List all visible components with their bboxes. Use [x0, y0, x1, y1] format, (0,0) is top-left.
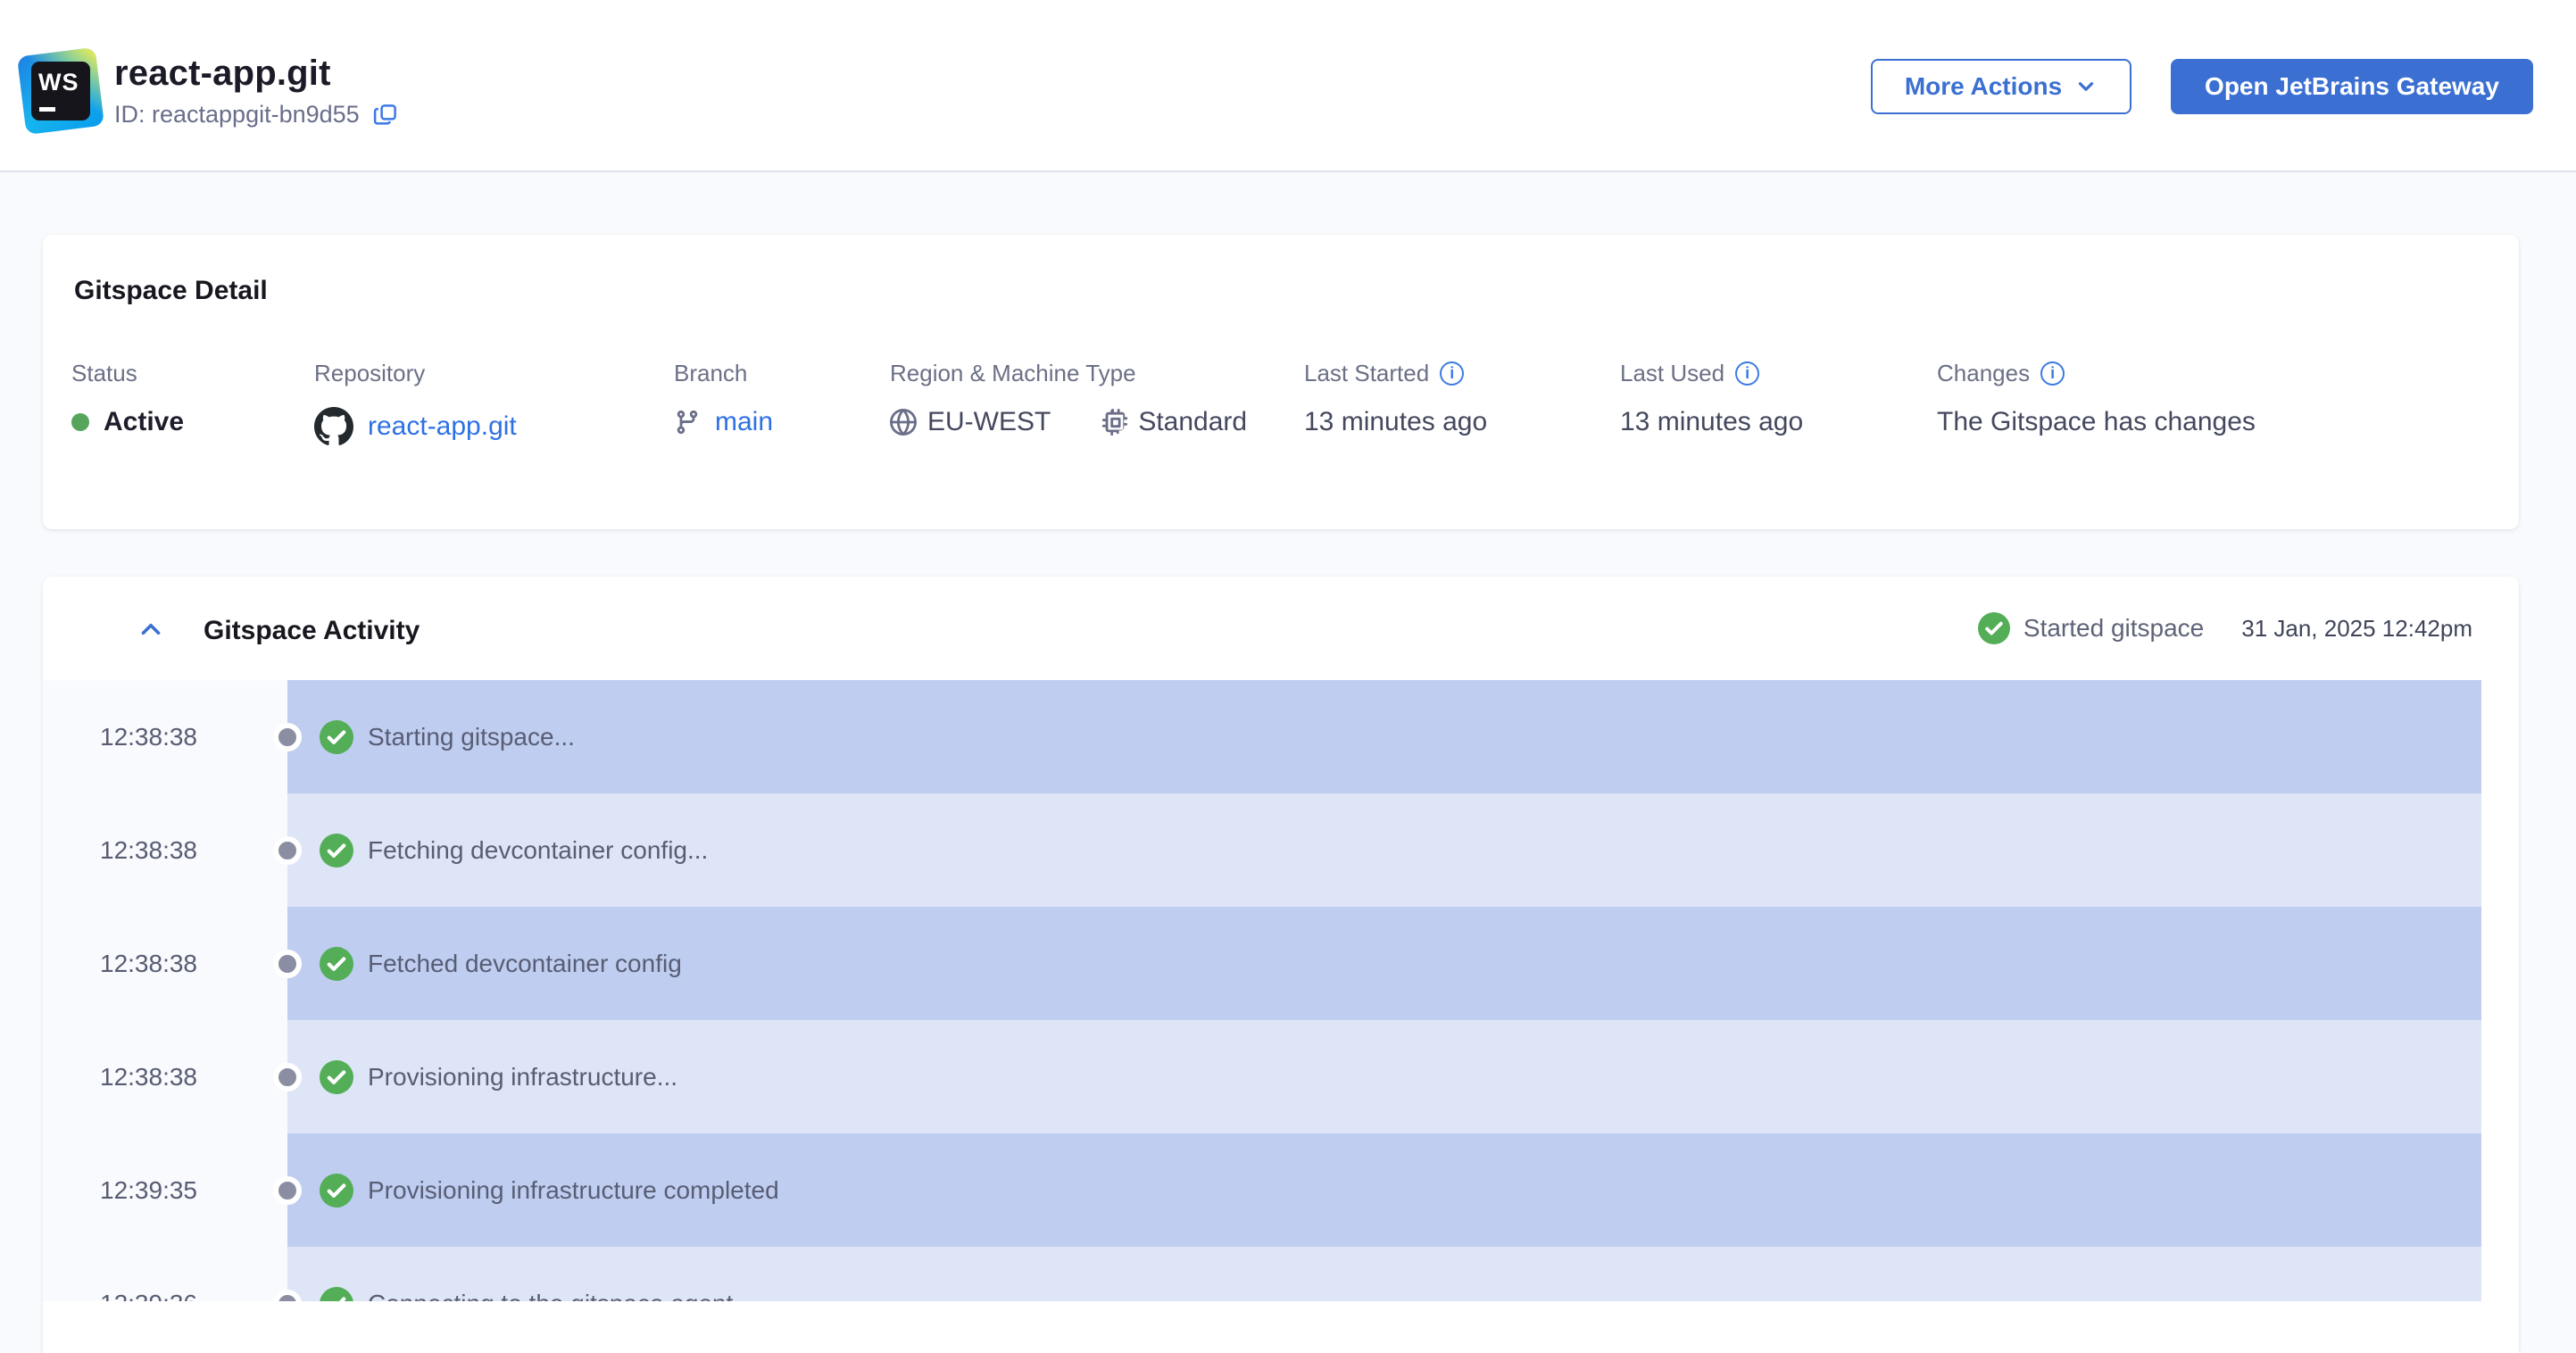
activity-title: Gitspace Activity	[204, 616, 420, 645]
webstorm-logo-badge: WS	[31, 62, 90, 120]
detail-card-title: Gitspace Detail	[74, 276, 268, 305]
last-used-label: Last Used	[1620, 360, 1725, 386]
success-check-icon	[1977, 612, 2010, 644]
log-message: Fetching devcontainer config...	[368, 835, 709, 864]
github-icon	[314, 407, 353, 445]
field-last-used: Last Used i 13 minutes ago	[1620, 360, 1803, 437]
activity-status-date: 31 Jan, 2025 12:42pm	[2241, 614, 2472, 642]
log-message: Connecting to the gitspace agent	[368, 1290, 733, 1302]
log-timestamp: 12:38:38	[43, 793, 287, 907]
more-actions-label: More Actions	[1904, 72, 2063, 100]
status-value: Active	[104, 407, 185, 436]
region-machine-label: Region & Machine Type	[890, 360, 1136, 386]
info-icon[interactable]: i	[1735, 361, 1760, 386]
activity-log[interactable]: 12:38:38 Starting gitspace... 12:38:38 F…	[43, 680, 2519, 1301]
last-started-label: Last Started	[1304, 360, 1430, 386]
success-check-icon	[320, 833, 353, 867]
timeline-dot-icon	[273, 1175, 302, 1205]
success-check-icon	[320, 719, 353, 754]
success-check-icon	[320, 1173, 353, 1208]
info-icon[interactable]: i	[1440, 361, 1465, 386]
gitspace-detail-page: WS react-app.git ID: reactappgit-bn9d55 …	[0, 0, 2576, 1353]
log-row: 12:39:35 Provisioning infrastructure com…	[43, 1133, 2519, 1247]
machine-type-value: Standard	[1138, 407, 1248, 436]
open-jetbrains-gateway-button[interactable]: Open JetBrains Gateway	[2171, 59, 2533, 114]
more-actions-button[interactable]: More Actions	[1871, 59, 2131, 114]
webstorm-logo-underscore	[39, 107, 55, 112]
cpu-icon	[1102, 409, 1128, 436]
log-message: Provisioning infrastructure...	[368, 1062, 678, 1091]
last-started-value: 13 minutes ago	[1304, 407, 1488, 436]
gitspace-activity-card: Gitspace Activity Started gitspace 31 Ja…	[43, 577, 2519, 1353]
status-active-dot-icon	[71, 413, 89, 431]
success-check-icon	[320, 1059, 353, 1094]
header-title-group: WS react-app.git ID: reactappgit-bn9d55	[16, 46, 399, 136]
git-branch-icon	[677, 410, 698, 435]
log-message: Fetched devcontainer config	[368, 949, 682, 977]
log-row: 12:38:38 Fetching devcontainer config...	[43, 793, 2519, 907]
chevron-up-icon[interactable]	[136, 614, 166, 644]
last-used-value: 13 minutes ago	[1620, 407, 1804, 436]
field-region-machine: Region & Machine Type EU-WEST Standard	[890, 360, 1247, 437]
info-icon[interactable]: i	[2040, 361, 2065, 386]
gitspace-id-row: ID: reactappgit-bn9d55	[114, 101, 399, 129]
success-check-icon	[320, 1286, 353, 1301]
timeline-dot-icon	[273, 949, 302, 978]
webstorm-logo-text: WS	[38, 69, 79, 95]
page-title: react-app.git	[114, 54, 331, 93]
log-row: 12:38:38 Fetched devcontainer config	[43, 907, 2519, 1020]
activity-header: Gitspace Activity Started gitspace 31 Ja…	[43, 577, 2519, 680]
success-check-icon	[320, 946, 353, 981]
gitspace-detail-card: Gitspace Detail Status Active Repository…	[43, 235, 2519, 529]
repository-link[interactable]: react-app.git	[368, 411, 517, 442]
log-timestamp: 12:38:38	[43, 907, 287, 1020]
activity-status: Started gitspace 31 Jan, 2025 12:42pm	[1977, 612, 2472, 644]
log-timestamp: 12:38:38	[43, 1020, 287, 1133]
changes-label: Changes	[1937, 360, 2031, 386]
branch-link[interactable]: main	[715, 407, 773, 437]
repository-label: Repository	[314, 360, 426, 386]
log-timestamp: 12:39:36	[43, 1247, 287, 1301]
log-row: 12:38:38 Provisioning infrastructure...	[43, 1020, 2519, 1133]
log-timestamp: 12:38:38	[43, 680, 287, 793]
globe-icon	[890, 409, 917, 436]
title-block: react-app.git ID: reactappgit-bn9d55	[114, 48, 399, 134]
log-message: Starting gitspace...	[368, 722, 575, 751]
page-header: WS react-app.git ID: reactappgit-bn9d55 …	[0, 0, 2576, 172]
field-changes: Changes i The Gitspace has changes	[1937, 360, 2256, 437]
gitspace-id: ID: reactappgit-bn9d55	[114, 101, 360, 128]
changes-value: The Gitspace has changes	[1937, 407, 2256, 436]
copy-icon[interactable]	[372, 102, 399, 129]
log-row: 12:39:36 Connecting to the gitspace agen…	[43, 1247, 2519, 1301]
field-status: Status Active	[71, 360, 184, 437]
log-message: Provisioning infrastructure completed	[368, 1175, 779, 1204]
field-branch: Branch main	[674, 360, 773, 437]
region-value: EU-WEST	[927, 407, 1051, 436]
branch-label: Branch	[674, 360, 748, 386]
timeline-dot-icon	[273, 1062, 302, 1092]
activity-status-text: Started gitspace	[2023, 614, 2205, 642]
timeline-dot-icon	[273, 835, 302, 865]
log-timestamp: 12:39:35	[43, 1133, 287, 1247]
log-row: 12:38:38 Starting gitspace...	[43, 680, 2519, 793]
webstorm-logo-icon: WS	[16, 46, 105, 136]
chevron-down-icon	[2079, 82, 2094, 91]
field-last-started: Last Started i 13 minutes ago	[1304, 360, 1487, 437]
field-repository: Repository react-app.git	[314, 360, 517, 446]
timeline-dot-icon	[273, 722, 302, 751]
status-label: Status	[71, 360, 137, 386]
header-actions: More Actions Open JetBrains Gateway	[1871, 59, 2533, 114]
